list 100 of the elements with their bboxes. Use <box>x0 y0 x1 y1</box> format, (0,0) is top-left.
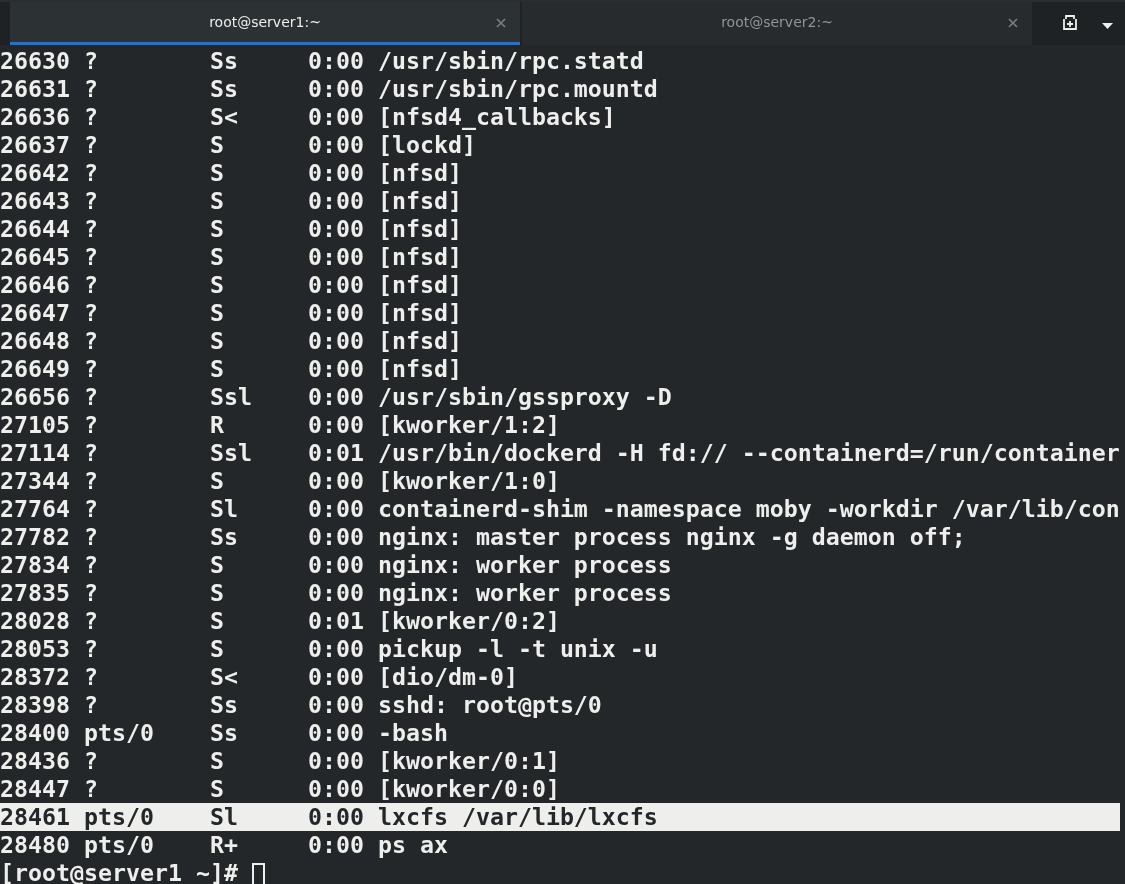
process-stat: Ssl <box>209 439 253 467</box>
process-tty: ? <box>84 299 99 327</box>
process-pid: 28447 <box>0 775 71 803</box>
process-stat: S <box>209 579 225 607</box>
process-command: sshd: root@pts/0 <box>377 691 603 719</box>
process-tty: ? <box>84 495 99 523</box>
process-pid: 28461 <box>0 803 71 831</box>
process-stat: S <box>209 327 225 355</box>
close-icon[interactable] <box>1008 18 1018 28</box>
process-stat: Ss <box>209 691 239 719</box>
process-time: 0:01 <box>307 607 365 635</box>
process-command: [nfsd] <box>377 243 463 271</box>
process-stat: Ss <box>209 75 239 103</box>
process-time: 0:01 <box>307 439 365 467</box>
process-stat: Ss <box>209 47 239 75</box>
process-command: lxcfs /var/lib/lxcfs <box>377 803 659 831</box>
process-pid: 26649 <box>0 355 71 383</box>
process-time: 0:00 <box>307 47 365 75</box>
process-time: 0:00 <box>307 383 365 411</box>
process-tty: ? <box>84 523 99 551</box>
process-tty: ? <box>84 355 99 383</box>
process-command: containerd-shim -namespace moby -workdir /var/lib/con <box>377 495 1120 523</box>
process-stat: S <box>209 551 225 579</box>
process-pid: 28398 <box>0 691 71 719</box>
process-stat: S< <box>209 103 239 131</box>
process-time: 0:00 <box>307 215 365 243</box>
close-icon[interactable] <box>496 18 506 28</box>
process-time: 0:00 <box>307 159 365 187</box>
process-command: nginx: worker process <box>377 579 673 607</box>
process-pid: 27782 <box>0 523 71 551</box>
process-command: /usr/bin/dockerd -H fd:// --containerd=/run/container <box>377 439 1120 467</box>
process-command: [kworker/1:0] <box>377 467 561 495</box>
process-tty: pts/0 <box>84 719 155 747</box>
process-time: 0:00 <box>307 831 365 859</box>
process-stat: S <box>209 355 225 383</box>
process-tty: ? <box>84 635 99 663</box>
new-tab-icon[interactable] <box>1062 15 1078 30</box>
process-time: 0:00 <box>307 299 365 327</box>
process-time: 0:00 <box>307 551 365 579</box>
process-pid: 28372 <box>0 663 71 691</box>
process-command: [nfsd] <box>377 215 463 243</box>
process-tty: ? <box>84 551 99 579</box>
process-time: 0:00 <box>307 803 365 831</box>
terminal-tab[interactable]: root@server2:~ <box>522 2 1032 45</box>
process-pid: 27344 <box>0 467 71 495</box>
process-stat: S <box>209 775 225 803</box>
process-stat: Sl <box>209 803 239 831</box>
process-command: [nfsd] <box>377 355 463 383</box>
process-command: [lockd] <box>377 131 477 159</box>
process-tty: ? <box>84 215 99 243</box>
process-tty: ? <box>84 411 99 439</box>
process-command: /usr/sbin/gssproxy -D <box>377 383 673 411</box>
process-time: 0:00 <box>307 663 365 691</box>
process-stat: Ss <box>209 719 239 747</box>
process-time: 0:00 <box>307 747 365 775</box>
process-tty: pts/0 <box>84 803 155 831</box>
process-tty: ? <box>84 439 99 467</box>
process-tty: ? <box>84 271 99 299</box>
process-stat: Ss <box>209 523 239 551</box>
process-stat: S <box>209 467 225 495</box>
process-pid: 26647 <box>0 299 71 327</box>
process-tty: ? <box>84 579 99 607</box>
process-command: [kworker/1:2] <box>377 411 561 439</box>
process-command: [nfsd] <box>377 159 463 187</box>
process-pid: 26631 <box>0 75 71 103</box>
process-tty: ? <box>84 775 99 803</box>
process-command: [nfsd] <box>377 271 463 299</box>
process-stat: S <box>209 215 225 243</box>
process-pid: 27105 <box>0 411 71 439</box>
process-time: 0:00 <box>307 691 365 719</box>
caret-icon[interactable] <box>1102 23 1113 29</box>
process-time: 0:00 <box>307 775 365 803</box>
process-pid: 26645 <box>0 243 71 271</box>
process-tty: ? <box>84 131 99 159</box>
process-time: 0:00 <box>307 103 365 131</box>
process-command: /usr/sbin/rpc.mountd <box>377 75 659 103</box>
process-time: 0:00 <box>307 635 365 663</box>
process-pid: 26636 <box>0 103 71 131</box>
process-command: [dio/dm-0] <box>377 663 519 691</box>
process-time: 0:00 <box>307 131 365 159</box>
process-tty: ? <box>84 159 99 187</box>
process-stat: S <box>209 187 225 215</box>
text-cursor <box>251 863 265 884</box>
process-tty: ? <box>84 383 99 411</box>
process-stat: R <box>209 411 225 439</box>
process-command: [kworker/0:2] <box>377 607 561 635</box>
process-tty: ? <box>84 187 99 215</box>
terminal-tab[interactable]: root@server1:~ <box>10 2 520 45</box>
process-stat: S <box>209 131 225 159</box>
process-tty: ? <box>84 691 99 719</box>
process-command: nginx: worker process <box>377 551 673 579</box>
process-tty: pts/0 <box>84 831 155 859</box>
process-pid: 27114 <box>0 439 71 467</box>
process-pid: 28480 <box>0 831 71 859</box>
process-stat: S< <box>209 663 239 691</box>
process-stat: Sl <box>209 495 239 523</box>
process-command: nginx: master process nginx -g daemon off; <box>377 523 967 551</box>
process-command: [nfsd4_callbacks] <box>377 103 617 131</box>
process-command: ps ax <box>377 831 449 859</box>
process-tty: ? <box>84 467 99 495</box>
